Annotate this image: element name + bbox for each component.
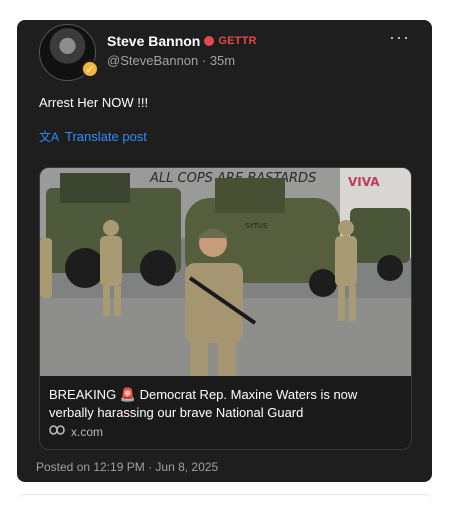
- platform-label: GETTR: [218, 35, 257, 47]
- truck-stencil: SYTUS: [245, 222, 268, 230]
- gettr-icon: [204, 36, 215, 46]
- next-post-card-edge: [17, 494, 432, 515]
- translate-icon: 文A: [39, 130, 60, 144]
- embed-photo[interactable]: ALL COPS ARE BASTARDS VIVA SYTUS: [40, 168, 411, 376]
- author-name[interactable]: Steve Bannon: [107, 33, 200, 49]
- link-text[interactable]: x.com: [71, 425, 103, 439]
- translate-post-link[interactable]: 文A Translate post: [39, 128, 147, 145]
- translate-label: Translate post: [65, 129, 147, 144]
- post-card[interactable]: ✓ Steve Bannon GETTR @SteveBannon · 35m …: [17, 20, 432, 482]
- verified-badge-icon: ✓: [81, 60, 99, 78]
- author-handle-time: @SteveBannon · 35m: [107, 53, 236, 68]
- post-timestamp: Posted on 12:19 PM · Jun 8, 2025: [36, 460, 219, 474]
- embed-headline: BREAKING 🚨 Democrat Rep. Maxine Waters i…: [49, 387, 358, 420]
- post-text: Arrest Her NOW !!!: [39, 95, 149, 110]
- viva-sign: VIVA: [348, 175, 380, 189]
- embed-source-link[interactable]: x.com: [49, 424, 103, 439]
- more-options-icon[interactable]: ···: [389, 27, 410, 48]
- embedded-post[interactable]: ALL COPS ARE BASTARDS VIVA SYTUS: [39, 167, 412, 450]
- author-name-row[interactable]: Steve Bannon GETTR: [107, 33, 257, 49]
- link-icon: [49, 424, 65, 439]
